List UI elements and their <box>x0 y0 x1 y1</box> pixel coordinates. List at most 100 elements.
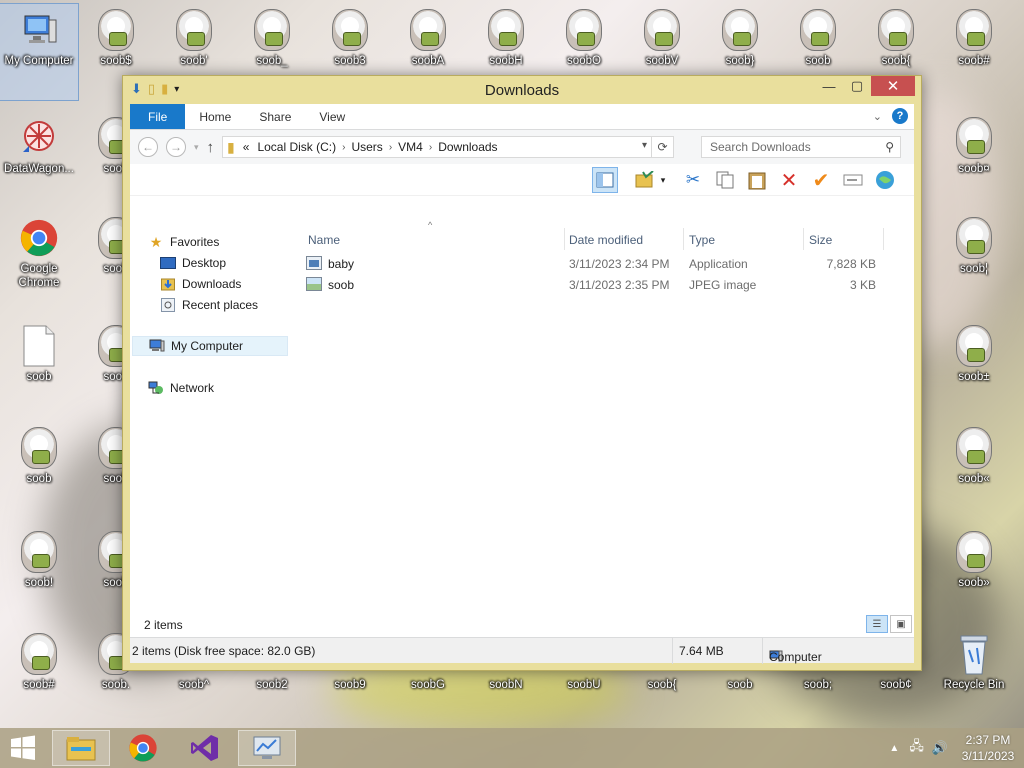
nav-recent-places[interactable]: Recent places <box>160 295 258 315</box>
address-overflow[interactable]: « <box>243 140 250 154</box>
chrome-icon <box>129 734 157 762</box>
avatar-image-icon <box>954 426 994 470</box>
avatar-image-icon <box>954 116 994 160</box>
help-icon[interactable]: ? <box>892 108 908 124</box>
breadcrumb-local-disk[interactable]: Local Disk (C:) <box>257 140 336 154</box>
nav-my-computer[interactable]: My Computer <box>132 336 288 356</box>
recycle-bin-icon <box>954 632 994 676</box>
desktop-icon-soob[interactable]: soob« <box>935 422 1013 518</box>
globe-icon[interactable] <box>872 167 898 193</box>
breadcrumb-users[interactable]: Users <box>351 140 382 154</box>
desktop-icon-soob[interactable]: soob# <box>0 628 78 724</box>
close-button[interactable]: ✕ <box>871 76 915 96</box>
address-bar[interactable]: ▮ « Local Disk (C:) › Users › VM4 › Down… <box>222 136 675 158</box>
nav-label: Recent places <box>182 298 259 312</box>
desktop-icon-my-computer[interactable]: My Computer <box>0 3 79 101</box>
desktop-icon-label: DataWagon... <box>4 163 74 175</box>
chevron-right-icon[interactable]: › <box>342 142 345 153</box>
search-input[interactable]: Search Downloads ⚲ <box>701 136 901 158</box>
column-header-name[interactable]: Name <box>308 230 563 250</box>
system-tray: ▲ 🖧 🔊 2:37 PM 3/11/2023 <box>889 728 1024 768</box>
tab-view[interactable]: View <box>305 104 359 129</box>
desktop-icon-soob[interactable]: soob <box>0 422 78 518</box>
tab-home[interactable]: Home <box>185 104 245 129</box>
details-view-button[interactable]: ☰ <box>866 615 888 633</box>
desktop-icon-soob[interactable]: soob! <box>0 526 78 622</box>
file-date: 3/11/2023 2:34 PM <box>569 257 670 271</box>
desktop-icon-datawagon[interactable]: DataWagon... <box>0 112 78 208</box>
recent-locations-icon[interactable]: ▾ <box>194 142 199 153</box>
large-icons-view-button[interactable]: ▣ <box>890 615 912 633</box>
forward-button[interactable]: → <box>166 137 186 157</box>
desktop-icon-label: soob <box>26 473 52 485</box>
nav-desktop[interactable]: Desktop <box>160 253 226 273</box>
taskbar-file-explorer[interactable] <box>52 730 110 766</box>
nav-favorites[interactable]: ★ Favorites <box>148 232 220 252</box>
column-divider[interactable] <box>883 228 884 250</box>
desktop-icon-soob[interactable]: soob¦ <box>935 212 1013 308</box>
copy-icon[interactable] <box>712 167 738 193</box>
paste-icon[interactable] <box>744 167 770 193</box>
volume-icon[interactable]: 🔊 <box>932 740 948 756</box>
taskbar-visual-studio[interactable] <box>176 730 234 766</box>
desktop-icon-label: soob} <box>725 55 755 67</box>
column-header-date[interactable]: Date modified <box>569 230 684 250</box>
desktop-icon-soob[interactable]: soob» <box>935 526 1013 622</box>
desktop-icon-label: soobN <box>489 679 523 691</box>
column-divider[interactable] <box>564 228 565 250</box>
chevron-right-icon[interactable]: › <box>389 142 392 153</box>
desktop-icon-chrome[interactable]: Google Chrome <box>0 212 78 308</box>
desktop-icon-label: soob2 <box>256 679 288 691</box>
column-divider[interactable] <box>803 228 804 250</box>
desktop-icon-soob[interactable]: soob± <box>935 320 1013 416</box>
rename-icon[interactable] <box>840 167 866 193</box>
avatar-image-icon <box>954 216 994 260</box>
clock[interactable]: 2:37 PM 3/11/2023 <box>952 732 1024 764</box>
breadcrumb-vm4[interactable]: VM4 <box>398 140 423 154</box>
location-label: Computer <box>769 650 822 664</box>
expand-ribbon-icon[interactable]: ⌄ <box>873 110 882 123</box>
delete-icon[interactable]: ✕ <box>776 167 802 193</box>
file-row[interactable]: soob 3/11/2023 2:35 PM JPEG image 3 KB <box>304 275 884 295</box>
cut-icon[interactable]: ✂ <box>680 167 706 193</box>
up-button[interactable]: ↑ <box>207 139 215 156</box>
breadcrumb-downloads[interactable]: Downloads <box>438 140 497 154</box>
folder-icon: ▮ <box>227 138 235 155</box>
file-row[interactable]: baby 3/11/2023 2:34 PM Application 7,828… <box>304 254 884 274</box>
window-controls: — ▢ ✕ <box>815 76 915 96</box>
chevron-down-icon[interactable]: ▾ <box>656 167 670 193</box>
desktop-icon-soob[interactable]: soob# <box>935 4 1013 100</box>
nav-downloads[interactable]: Downloads <box>160 274 241 294</box>
column-header-size[interactable]: Size <box>809 230 884 250</box>
show-hidden-icons-icon[interactable]: ▲ <box>889 743 899 754</box>
clock-time: 2:37 PM <box>965 733 1011 747</box>
nav-network[interactable]: Network <box>148 378 214 398</box>
datawagon-icon <box>19 116 59 160</box>
refresh-button[interactable]: ⟳ <box>651 137 673 157</box>
address-dropdown-icon[interactable]: ▾ <box>642 140 647 151</box>
preview-pane-button[interactable] <box>592 167 618 193</box>
search-icon[interactable]: ⚲ <box>885 140 894 154</box>
maximize-button[interactable]: ▢ <box>843 76 871 96</box>
start-button[interactable] <box>0 730 46 766</box>
title-bar[interactable]: ⬇ ▯ ▮ ▾ Downloads — ▢ ✕ <box>123 76 921 104</box>
desktop-icon-soob[interactable]: soob¤ <box>935 112 1013 208</box>
disk-summary: 2 items (Disk free space: 82.0 GB) <box>132 644 316 658</box>
chevron-right-icon[interactable]: › <box>429 142 432 153</box>
network-icon[interactable]: 🖧 <box>909 737 924 759</box>
back-button[interactable]: ← <box>138 137 158 157</box>
taskbar-app[interactable] <box>238 730 296 766</box>
select-folder-icon[interactable] <box>632 167 658 193</box>
avatar-image-icon <box>486 8 526 52</box>
column-header-type[interactable]: Type <box>689 230 804 250</box>
desktop-icon-recycle-bin[interactable]: Recycle Bin <box>935 628 1013 724</box>
minimize-button[interactable]: — <box>815 76 843 96</box>
application-file-icon <box>306 256 322 270</box>
tab-file[interactable]: File <box>130 104 186 129</box>
file-name: baby <box>328 257 355 271</box>
taskbar-chrome[interactable] <box>114 730 172 766</box>
apply-checkmark-icon[interactable]: ✔ <box>808 167 834 193</box>
column-divider[interactable] <box>683 228 684 250</box>
tab-share[interactable]: Share <box>245 104 305 129</box>
desktop-icon-soob-file[interactable]: soob <box>0 320 78 416</box>
